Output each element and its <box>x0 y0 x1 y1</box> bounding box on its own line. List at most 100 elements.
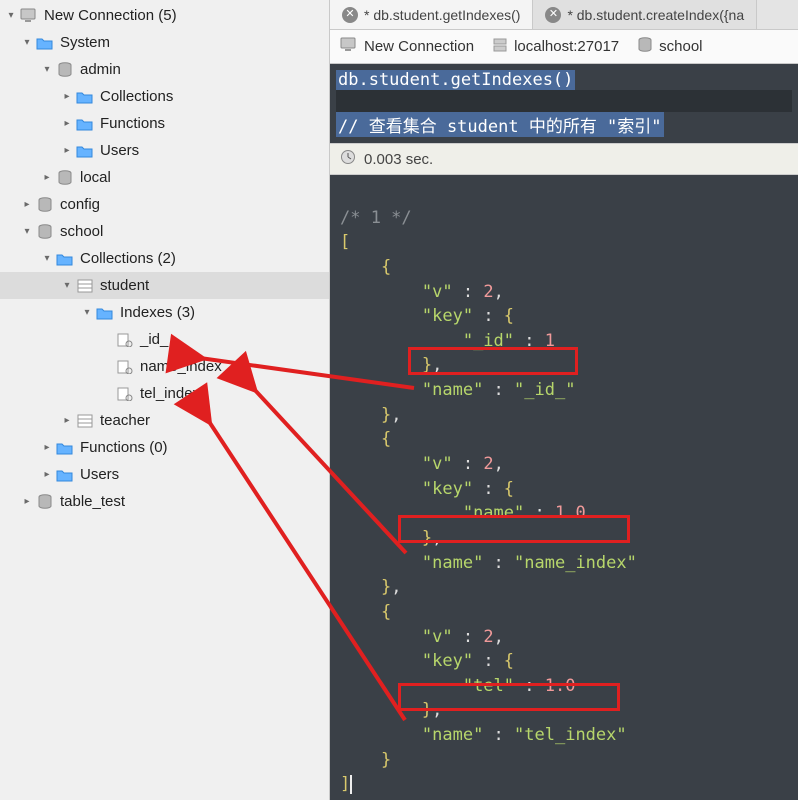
tree-label: Collections (2) <box>80 250 176 267</box>
database-icon <box>36 493 54 511</box>
chevron-right-icon: ▸ <box>60 414 74 428</box>
clock-icon <box>340 149 356 169</box>
breadcrumb: New Connection localhost:27017 school <box>330 30 798 64</box>
tab-getindexes[interactable]: ✕ * db.student.getIndexes() <box>330 0 533 29</box>
crumb-db[interactable]: school <box>637 37 702 57</box>
database-icon <box>36 223 54 241</box>
tree-tabletest[interactable]: ▸ table_test <box>0 488 329 515</box>
close-icon[interactable]: ✕ <box>545 7 561 23</box>
folder-icon <box>56 466 74 484</box>
chevron-right-icon: ▸ <box>40 441 54 455</box>
tree-local[interactable]: ▸ local <box>0 164 329 191</box>
tab-label: * db.student.getIndexes() <box>364 7 520 23</box>
table-icon <box>76 412 94 430</box>
main-panel: ✕ * db.student.getIndexes() ✕ * db.stude… <box>330 0 798 800</box>
result-bracket: [ <box>340 232 350 252</box>
folder-icon <box>56 250 74 268</box>
tree-school-collections[interactable]: ▾ Collections (2) <box>0 245 329 272</box>
folder-icon <box>96 304 114 322</box>
tabs: ✕ * db.student.getIndexes() ✕ * db.stude… <box>330 0 798 30</box>
tree-label: Users <box>80 466 119 483</box>
chevron-down-icon: ▾ <box>40 252 54 266</box>
crumb-label: localhost:27017 <box>514 38 619 55</box>
chevron-down-icon: ▾ <box>4 9 18 23</box>
chevron-down-icon: ▾ <box>80 306 94 320</box>
tree-label: table_test <box>60 493 125 510</box>
chevron-right-icon: ▸ <box>60 117 74 131</box>
result-bracket: ] <box>340 774 350 794</box>
table-icon <box>76 277 94 295</box>
folder-icon <box>36 34 54 52</box>
highlight-box <box>408 347 578 375</box>
database-icon <box>637 37 653 57</box>
code-line: db.student.getIndexes() <box>336 70 575 90</box>
tree-school-users[interactable]: ▸ Users <box>0 461 329 488</box>
tree-school[interactable]: ▾ school <box>0 218 329 245</box>
folder-icon <box>76 88 94 106</box>
tree-connection[interactable]: ▾ New Connection (5) <box>0 2 329 29</box>
crumb-label: school <box>659 38 702 55</box>
chevron-down-icon: ▾ <box>20 36 34 50</box>
tree-student[interactable]: ▾ student <box>0 272 329 299</box>
tree-label: local <box>80 169 111 186</box>
tree-index-name[interactable]: name_index <box>0 353 329 380</box>
index-icon <box>116 331 134 349</box>
folder-icon <box>76 142 94 160</box>
database-icon <box>56 61 74 79</box>
sidebar: ▾ New Connection (5) ▾ System ▾ admin ▸ <box>0 0 330 800</box>
tree-admin[interactable]: ▾ admin <box>0 56 329 83</box>
tree-system[interactable]: ▾ System <box>0 29 329 56</box>
result-comment: /* 1 */ <box>340 208 412 228</box>
tree-school-functions[interactable]: ▸ Functions (0) <box>0 434 329 461</box>
tree-index-tel[interactable]: tel_index <box>0 380 329 407</box>
close-icon[interactable]: ✕ <box>342 7 358 23</box>
tree-label: student <box>100 277 149 294</box>
tree-label: System <box>60 34 110 51</box>
tree-label: Indexes (3) <box>120 304 195 321</box>
tab-label: * db.student.createIndex({na <box>567 7 744 23</box>
code-line: // 查看集合 student 中的所有 "索引" <box>336 112 664 137</box>
server-icon <box>492 37 508 57</box>
chevron-down-icon: ▾ <box>20 225 34 239</box>
monitor-icon <box>340 37 358 57</box>
chevron-down-icon: ▾ <box>60 279 74 293</box>
tree-label: Functions <box>100 115 165 132</box>
tree-config[interactable]: ▸ config <box>0 191 329 218</box>
tree-label: _id_ <box>140 331 168 348</box>
chevron-right-icon: ▸ <box>20 198 34 212</box>
chevron-right-icon: ▸ <box>40 171 54 185</box>
tree-label: New Connection (5) <box>44 7 177 24</box>
folder-icon <box>76 115 94 133</box>
tree-label: admin <box>80 61 121 78</box>
tab-createindex[interactable]: ✕ * db.student.createIndex({na <box>533 0 757 29</box>
query-editor[interactable]: db.student.getIndexes() // 查看集合 student … <box>330 64 798 143</box>
chevron-right-icon: ▸ <box>40 468 54 482</box>
crumb-connection[interactable]: New Connection <box>340 37 474 57</box>
timing-text: 0.003 sec. <box>364 151 433 168</box>
tree-label: name_index <box>140 358 222 375</box>
tree-indexes[interactable]: ▾ Indexes (3) <box>0 299 329 326</box>
tree-label: Collections <box>100 88 173 105</box>
tree-index-id[interactable]: _id_ <box>0 326 329 353</box>
tree-label: teacher <box>100 412 150 429</box>
crumb-label: New Connection <box>364 38 474 55</box>
crumb-host[interactable]: localhost:27017 <box>492 37 619 57</box>
tree-label: school <box>60 223 103 240</box>
folder-icon <box>56 439 74 457</box>
chevron-right-icon: ▸ <box>60 90 74 104</box>
chevron-down-icon: ▾ <box>40 63 54 77</box>
tree-label: Users <box>100 142 139 159</box>
tree-teacher[interactable]: ▸ teacher <box>0 407 329 434</box>
tree-label: Functions (0) <box>80 439 168 456</box>
result-panel[interactable]: /* 1 */ [ { "v" : 2, "key" : { "_id" : 1… <box>330 175 798 800</box>
timing-bar: 0.003 sec. <box>330 143 798 175</box>
monitor-icon <box>20 7 38 25</box>
tree-admin-users[interactable]: ▸ Users <box>0 137 329 164</box>
index-icon <box>116 358 134 376</box>
database-icon <box>36 196 54 214</box>
index-icon <box>116 385 134 403</box>
tree-admin-functions[interactable]: ▸ Functions <box>0 110 329 137</box>
chevron-right-icon: ▸ <box>60 144 74 158</box>
tree-admin-collections[interactable]: ▸ Collections <box>0 83 329 110</box>
database-icon <box>56 169 74 187</box>
